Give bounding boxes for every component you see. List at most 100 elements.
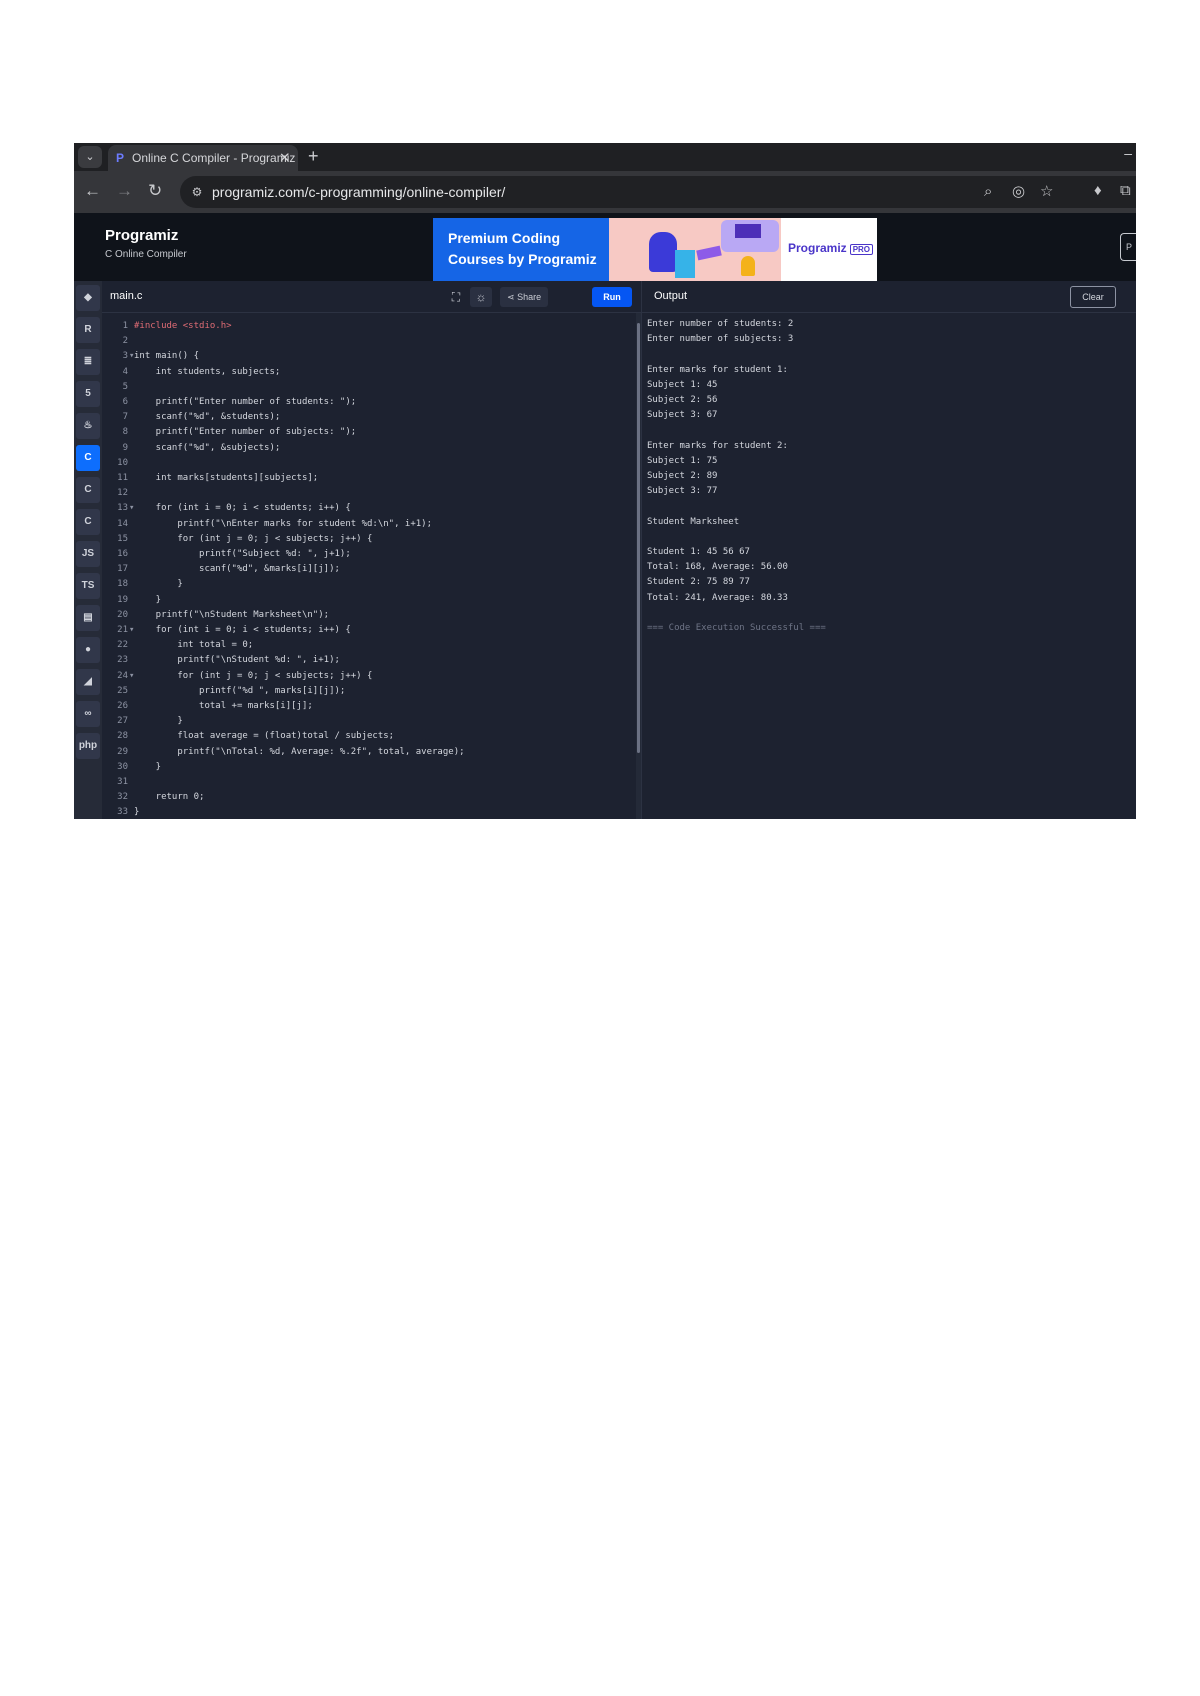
python-icon[interactable]: ◆ [76, 285, 100, 311]
ts-icon[interactable]: TS [76, 573, 100, 599]
browser-window: ⌄ P Online C Compiler - Programiz ✕ + – … [74, 143, 1136, 819]
code-text[interactable]: } [134, 593, 161, 608]
output-line: Enter marks for student 2: [647, 440, 788, 451]
code-text[interactable]: printf("%d ", marks[i][j]); [134, 684, 345, 699]
rust-icon[interactable]: ∞ [76, 701, 100, 727]
swift-icon[interactable]: ◢ [76, 669, 100, 695]
zoom-icon[interactable]: ⌕ [984, 183, 992, 201]
file-tab[interactable]: main.c [110, 281, 142, 312]
trophy-icon [741, 256, 755, 276]
line-number: 30 [117, 761, 128, 772]
url-text[interactable]: programiz.com/c-programming/online-compi… [212, 183, 505, 201]
share-label: Share [517, 292, 542, 302]
line-number: 22 [117, 640, 128, 651]
close-icon[interactable]: ✕ [279, 145, 290, 171]
output-line: Total: 241, Average: 80.33 [647, 592, 788, 603]
tab-strip: ⌄ P Online C Compiler - Programiz ✕ + – [74, 143, 1136, 171]
code-text[interactable]: printf("Enter number of students: "); [134, 395, 357, 410]
line-number: 26 [117, 701, 128, 711]
code-text[interactable]: printf("\nStudent Marksheet\n"); [134, 608, 329, 623]
line-number: 29 [117, 746, 128, 757]
share-icon: ⋖ [507, 292, 515, 302]
reload-icon[interactable]: ↻ [148, 182, 162, 200]
line-number: 4 [122, 366, 128, 377]
chevron-down-icon: ⌄ [85, 151, 95, 163]
php-icon[interactable]: ● [76, 637, 100, 663]
output-line: Subject 2: 89 [647, 471, 718, 481]
csharp-icon[interactable]: C [76, 509, 100, 535]
c-icon[interactable]: C [76, 445, 100, 471]
code-text[interactable]: for (int i = 0; i < students; i++) { [134, 623, 351, 638]
minimize-button[interactable]: – [1124, 145, 1132, 161]
line-number: 9 [122, 442, 128, 453]
header-edge-button[interactable]: P [1120, 233, 1136, 261]
editor-scrollbar-thumb[interactable] [637, 323, 640, 753]
address-bar[interactable]: ⚙ programiz.com/c-programming/online-com… [180, 176, 1136, 208]
eye-off-icon[interactable]: ◎ [1012, 183, 1025, 201]
code-text[interactable]: } [134, 577, 182, 592]
tab-title: Online C Compiler - Programiz [132, 151, 296, 165]
output-line: === Code Execution Successful === [647, 623, 826, 633]
go-icon[interactable]: ▤ [76, 605, 100, 631]
page-subtitle: C Online Compiler [105, 249, 187, 260]
programiz-logo[interactable]: Programiz [105, 227, 178, 244]
code-text[interactable]: } [134, 760, 161, 775]
banner-text-block: Premium Coding Courses by Programiz [433, 218, 609, 281]
sql-icon[interactable]: ≣ [76, 349, 100, 375]
theme-toggle-icon[interactable]: ☼ [470, 287, 492, 307]
r-icon[interactable]: R [76, 317, 100, 343]
code-text[interactable]: printf("\nStudent %d: ", i+1); [134, 653, 340, 668]
line-number: 19 [117, 594, 128, 605]
js-icon[interactable]: JS [76, 541, 100, 567]
line-number: 17 [117, 564, 128, 575]
html-icon[interactable]: 5 [76, 381, 100, 407]
code-text[interactable]: scanf("%d", &subjects); [134, 441, 281, 456]
php-lang-icon[interactable]: php [76, 733, 100, 759]
code-text[interactable]: for (int j = 0; j < subjects; j++) { [134, 532, 372, 547]
back-icon[interactable]: ← [84, 182, 101, 200]
code-text[interactable]: int main() { [134, 349, 199, 364]
code-text[interactable]: } [134, 714, 182, 729]
code-text[interactable]: return 0; [134, 790, 205, 805]
code-text[interactable]: scanf("%d", &students); [134, 410, 281, 425]
code-text[interactable]: printf("\nEnter marks for student %d:\n"… [134, 517, 432, 532]
fullscreen-icon[interactable]: ⛶ [446, 287, 466, 307]
forward-icon[interactable]: → [116, 182, 133, 200]
code-text[interactable]: printf("\nTotal: %d, Average: %.2f", tot… [134, 745, 464, 760]
extension-icon[interactable]: ♦ [1094, 182, 1102, 200]
puzzle-icon[interactable]: ⧉ [1120, 182, 1131, 200]
new-tab-button[interactable]: + [308, 145, 319, 167]
code-text[interactable]: printf("Subject %d: ", j+1); [134, 547, 351, 562]
line-number: 27 [117, 716, 128, 727]
cpp-icon[interactable]: C [76, 477, 100, 503]
site-info-icon[interactable]: ⚙ [188, 183, 206, 201]
code-text[interactable]: total += marks[i][j]; [134, 699, 313, 714]
output-line: Subject 3: 77 [647, 486, 718, 497]
output-line: Total: 168, Average: 56.00 [647, 562, 788, 573]
code-text[interactable]: printf("Enter number of subjects: "); [134, 425, 357, 440]
book-icon [696, 245, 722, 261]
java-icon[interactable]: ♨ [76, 413, 100, 439]
code-text[interactable]: int students, subjects; [134, 365, 281, 380]
star-icon[interactable]: ☆ [1040, 183, 1053, 201]
output-line: Subject 1: 75 [647, 455, 718, 466]
code-editor[interactable]: 1 #include <stdio.h> 2 3 ▾ int main() {4 int … [102, 313, 641, 819]
share-button[interactable]: ⋖ Share [500, 287, 549, 307]
tab-search-button[interactable]: ⌄ [78, 146, 102, 168]
student-figure-icon [649, 232, 677, 272]
code-text[interactable]: float average = (float)total / subjects; [134, 729, 394, 744]
code-text[interactable]: for (int j = 0; j < subjects; j++) { [134, 669, 372, 684]
code-text[interactable]: int marks[students][subjects]; [134, 471, 319, 486]
clear-button[interactable]: Clear [1070, 286, 1116, 308]
promo-banner[interactable]: Premium Coding Courses by Programiz Prog… [433, 218, 877, 281]
run-button[interactable]: Run [592, 287, 632, 307]
line-number: 33 [117, 807, 128, 818]
code-text[interactable]: } [134, 805, 139, 819]
code-text[interactable]: scanf("%d", &marks[i][j]); [134, 562, 340, 577]
line-number: 5 [122, 381, 128, 392]
code-text[interactable]: for (int i = 0; i < students; i++) { [134, 501, 351, 516]
browser-tab[interactable]: P Online C Compiler - Programiz ✕ [108, 145, 298, 171]
code-text[interactable]: int total = 0; [134, 638, 253, 653]
line-number: 2 [122, 336, 128, 347]
code-text[interactable]: #include <stdio.h> [134, 319, 232, 334]
